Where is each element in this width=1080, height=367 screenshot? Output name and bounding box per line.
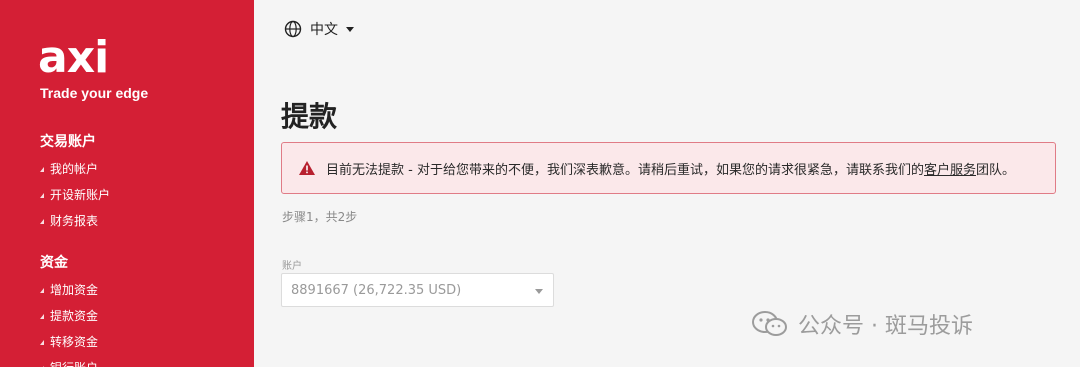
watermark: 公众号 · 斑马投诉 xyxy=(752,308,973,340)
sidebar-item-withdraw-funds[interactable]: 提款资金 xyxy=(40,307,98,324)
caret-down-icon xyxy=(535,289,543,294)
alert-message: 目前无法提款 - 对于给您带来的不便，我们深表歉意。请稍后重试，如果您的请求很紧… xyxy=(326,162,924,178)
nav-arrow-icon xyxy=(40,219,44,224)
sidebar-item-label: 银行账户 xyxy=(50,359,98,367)
step-indicator: 步骤1，共2步 xyxy=(282,210,358,224)
language-label: 中文 xyxy=(310,22,338,38)
sidebar-item-label: 转移资金 xyxy=(50,335,99,349)
account-select[interactable]: 8891667 (26,722.35 USD) xyxy=(281,273,554,307)
account-label: 账户 xyxy=(282,261,302,272)
sidebar-item-label: 增加资金 xyxy=(50,283,99,297)
sidebar-item-my-account[interactable]: 我的帐户 xyxy=(40,160,98,177)
sidebar-item-bank-accounts[interactable]: 银行账户 xyxy=(40,359,98,367)
section-funds: 资金 xyxy=(40,255,68,271)
sidebar-item-open-account[interactable]: 开设新账户 xyxy=(40,186,110,203)
watermark-text: 公众号 · 斑马投诉 xyxy=(798,314,973,339)
section-trading-accounts: 交易账户 xyxy=(40,134,96,150)
sidebar-item-label: 财务报表 xyxy=(50,214,99,228)
nav-arrow-icon xyxy=(40,193,44,198)
nav-arrow-icon xyxy=(40,340,44,345)
wechat-icon xyxy=(752,311,787,336)
globe-icon xyxy=(284,20,302,38)
alert-text: 目前无法提款 - 对于给您带来的不便，我们深表歉意。请稍后重试，如果您的请求很紧… xyxy=(326,159,1015,178)
sidebar: axi Trade your edge 交易账户 我的帐户 开设新账户 财务报表… xyxy=(0,0,254,367)
warning-icon xyxy=(299,161,315,175)
alert-suffix: 团队。 xyxy=(975,162,1015,178)
sidebar-item-label: 我的帐户 xyxy=(50,162,99,176)
sidebar-item-statements[interactable]: 财务报表 xyxy=(40,212,98,229)
page-title: 提款 xyxy=(281,100,338,133)
tagline: Trade your edge xyxy=(40,85,149,101)
account-select-value: 8891667 (26,722.35 USD) xyxy=(291,282,462,298)
sidebar-item-transfer-funds[interactable]: 转移资金 xyxy=(40,333,98,350)
sidebar-item-label: 提款资金 xyxy=(50,309,99,323)
caret-down-icon xyxy=(346,26,354,32)
error-alert: 目前无法提款 - 对于给您带来的不便，我们深表歉意。请稍后重试，如果您的请求很紧… xyxy=(281,142,1056,194)
sidebar-item-add-funds[interactable]: 增加资金 xyxy=(40,281,98,298)
language-selector[interactable]: 中文 xyxy=(284,19,354,39)
axi-logo[interactable]: axi xyxy=(38,36,109,80)
customer-service-link[interactable]: 客户服务 xyxy=(924,163,976,178)
nav-arrow-icon xyxy=(40,314,44,319)
nav-arrow-icon xyxy=(40,167,44,172)
nav-arrow-icon xyxy=(40,288,44,293)
sidebar-item-label: 开设新账户 xyxy=(50,188,111,202)
